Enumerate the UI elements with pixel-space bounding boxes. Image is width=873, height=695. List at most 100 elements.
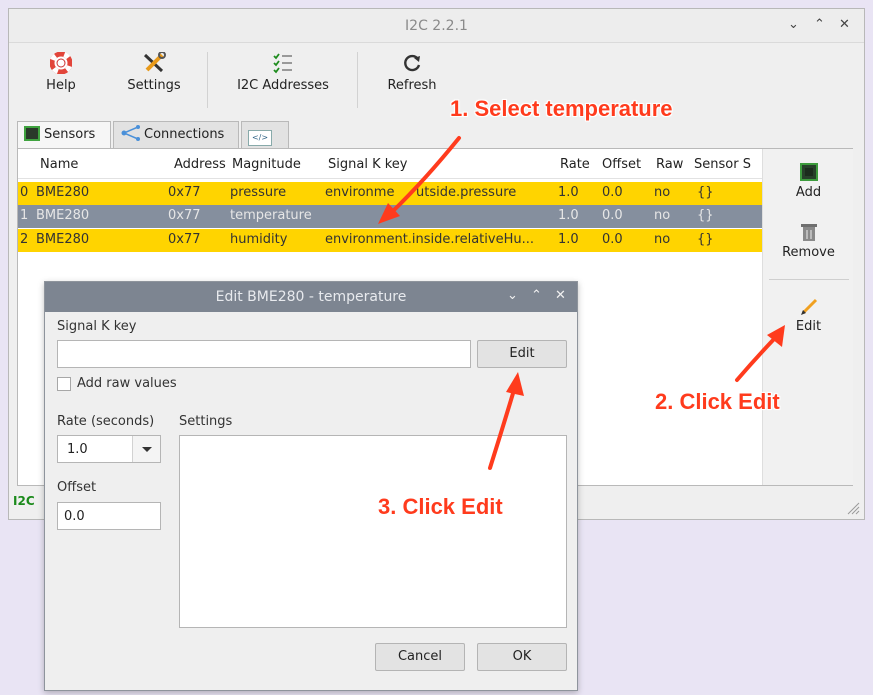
column-header[interactable]: Address (174, 157, 226, 172)
table-row[interactable]: 1 BME280 0x77 temperature 1.0 0.0 no {} (18, 205, 762, 228)
cell-signalk: environme (325, 185, 395, 200)
tools-icon (143, 52, 166, 73)
edit-dialog: Edit BME280 - temperature ⌄ ⌃ ✕ Signal K… (44, 281, 578, 691)
cancel-button[interactable]: Cancel (375, 643, 465, 671)
cell-magnitude: pressure (230, 185, 287, 200)
chip-icon (799, 163, 818, 181)
close-icon[interactable]: ✕ (555, 288, 566, 303)
minimize-icon[interactable]: ⌄ (507, 288, 518, 303)
settings-button[interactable]: Settings (121, 52, 187, 93)
tab-sensors-label: Sensors (44, 127, 96, 142)
tab-sensors[interactable]: Sensors (17, 121, 111, 151)
settings-label: Settings (127, 78, 181, 93)
column-header[interactable]: Rate (560, 157, 590, 172)
title-bar: I2C 2.2.1 ⌄ ⌃ ✕ (9, 9, 864, 43)
window-title: I2C 2.2.1 (405, 18, 468, 34)
cell-name: BME280 (36, 208, 90, 223)
column-header[interactable]: Magnitude (232, 157, 301, 172)
add-button[interactable]: Add (763, 161, 854, 200)
column-header[interactable]: Offset (602, 157, 641, 172)
add-raw-values-label: Add raw values (77, 376, 177, 391)
maximize-icon[interactable]: ⌃ (814, 17, 825, 32)
ok-button[interactable]: OK (477, 643, 567, 671)
lifebuoy-icon (50, 52, 72, 74)
cell-magnitude: humidity (230, 232, 288, 247)
cell-settings: {} (697, 232, 714, 247)
i2c-addresses-button[interactable]: I2C Addresses (233, 52, 333, 93)
row-index: 1 (20, 208, 29, 223)
annotation-step2: 2. Click Edit (655, 389, 780, 414)
tab-connections[interactable]: Connections (113, 121, 239, 149)
cell-settings: {} (697, 208, 714, 223)
cell-offset: 0.0 (602, 208, 623, 223)
settings-textarea[interactable] (179, 435, 567, 628)
cell-address: 0x77 (168, 232, 201, 247)
signalk-key-input[interactable] (57, 340, 471, 368)
refresh-label: Refresh (387, 78, 437, 93)
signalk-key-label: Signal K key (57, 319, 137, 334)
offset-label: Offset (57, 480, 97, 495)
dialog-title-bar: Edit BME280 - temperature ⌄ ⌃ ✕ (45, 282, 577, 312)
minimize-icon[interactable]: ⌄ (788, 17, 799, 32)
trash-icon (800, 224, 817, 241)
dialog-title: Edit BME280 - temperature (215, 289, 407, 305)
pencil-icon (800, 298, 817, 315)
checklist-icon (273, 53, 292, 74)
close-icon[interactable]: ✕ (839, 17, 850, 32)
help-label: Help (46, 78, 76, 93)
edit-button[interactable]: Edit (763, 295, 854, 334)
column-header[interactable]: Name (40, 157, 78, 172)
cell-rate: 1.0 (558, 232, 579, 247)
cell-rate: 1.0 (558, 185, 579, 200)
toolbar-separator (357, 52, 358, 108)
cell-offset: 0.0 (602, 185, 623, 200)
cell-name: BME280 (36, 232, 90, 247)
share-icon (121, 125, 140, 141)
offset-input[interactable] (57, 502, 161, 530)
rate-label: Rate (seconds) (57, 414, 155, 429)
add-raw-values-checkbox[interactable] (57, 377, 71, 391)
code-icon: </> (248, 130, 272, 146)
tab-code[interactable]: </> (241, 121, 289, 149)
status-label: I2C (13, 494, 35, 508)
refresh-button[interactable]: Refresh (383, 52, 441, 93)
row-index: 0 (20, 185, 29, 200)
cell-name: BME280 (36, 185, 90, 200)
remove-button[interactable]: Remove (763, 221, 854, 260)
annotation-step1: 1. Select temperature (450, 96, 673, 121)
cell-address: 0x77 (168, 185, 201, 200)
refresh-icon (404, 54, 421, 72)
cell-raw: no (654, 185, 671, 200)
column-header[interactable]: Sensor S (694, 157, 760, 172)
toolbar: Help Settings I2C Addresses Refresh (9, 44, 864, 114)
resize-grip-icon[interactable] (846, 501, 860, 515)
rate-select[interactable]: 1.0 (57, 435, 161, 463)
tab-connections-label: Connections (144, 127, 225, 142)
rate-select-value: 1.0 (67, 442, 88, 457)
cell-offset: 0.0 (602, 232, 623, 247)
column-header[interactable]: Signal K key (328, 157, 407, 172)
cell-signalk: utside.pressure (416, 185, 517, 200)
cell-rate: 1.0 (558, 208, 579, 223)
settings-label: Settings (179, 414, 233, 429)
cell-raw: no (654, 232, 671, 247)
cell-signalk: environment.inside.relativeHu... (325, 232, 534, 247)
help-button[interactable]: Help (39, 52, 83, 93)
cell-magnitude: temperature (230, 208, 312, 223)
cell-raw: no (654, 208, 671, 223)
signalk-edit-button[interactable]: Edit (477, 340, 567, 368)
maximize-icon[interactable]: ⌃ (531, 288, 542, 303)
action-sidebar: Add Remove Edit (762, 149, 853, 485)
edit-label: Edit (795, 319, 822, 334)
column-header[interactable]: Raw (656, 157, 683, 172)
chevron-down-icon[interactable] (132, 436, 160, 462)
cell-address: 0x77 (168, 208, 201, 223)
add-label: Add (795, 185, 822, 200)
i2c-addresses-label: I2C Addresses (237, 78, 329, 93)
toolbar-separator (207, 52, 208, 108)
chip-icon (24, 126, 40, 141)
cell-settings: {} (697, 185, 714, 200)
table-row[interactable]: 2 BME280 0x77 humidity environment.insid… (18, 229, 762, 252)
row-index: 2 (20, 232, 29, 247)
table-row[interactable]: 0 BME280 0x77 pressure environme utside.… (18, 182, 762, 205)
